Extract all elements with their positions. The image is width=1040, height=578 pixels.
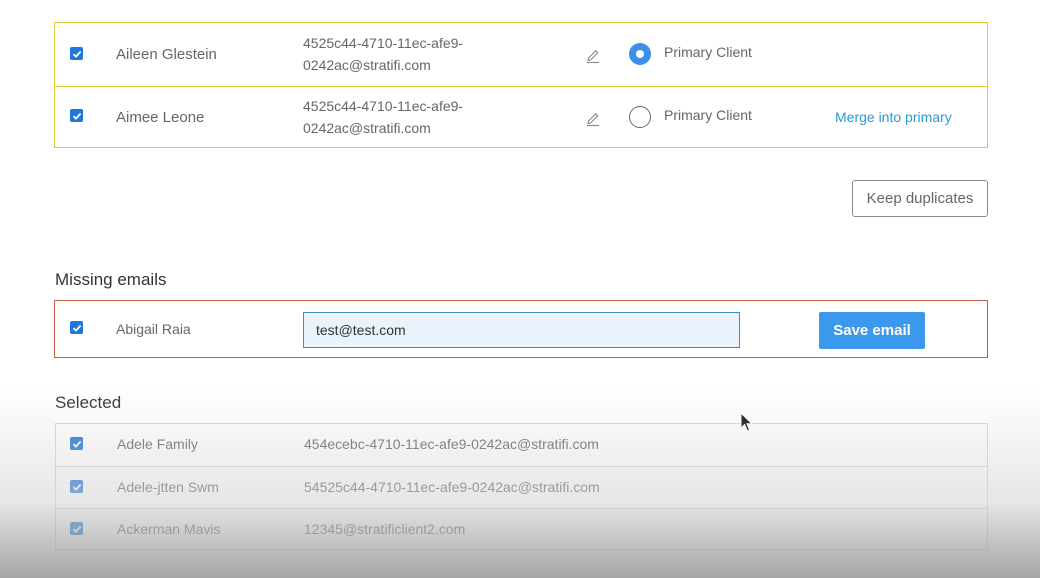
client-email: 4525c44-4710-11ec-afe9- 0242ac@stratifi.… <box>303 32 463 76</box>
merge-into-primary-link[interactable]: Merge into primary <box>835 109 952 125</box>
missing-email-row: Abigail Raia Save email <box>54 300 988 358</box>
client-email: 54525c44-4710-11ec-afe9-0242ac@stratifi.… <box>304 479 600 495</box>
client-email-line2: 0242ac@stratifi.com <box>303 57 431 73</box>
table-row: Adele Family 454ecebc-4710-11ec-afe9-024… <box>56 424 987 466</box>
mouse-cursor-icon <box>740 412 754 432</box>
primary-client-label: Primary Client <box>664 107 752 123</box>
selected-title: Selected <box>55 393 122 412</box>
duplicate-row: Aileen Glestein 4525c44-4710-11ec-afe9- … <box>55 23 987 86</box>
check-icon <box>72 324 81 332</box>
edit-pencil-icon[interactable] <box>585 48 601 64</box>
client-name: Abigail Raia <box>116 321 191 337</box>
save-email-button[interactable]: Save email <box>819 312 925 349</box>
row-checkbox[interactable] <box>70 437 83 450</box>
missing-emails-title: Missing emails <box>55 270 167 289</box>
row-checkbox[interactable] <box>70 522 83 535</box>
check-icon <box>72 483 81 491</box>
check-icon <box>72 50 81 58</box>
client-name: Adele-jtten Swm <box>117 479 219 495</box>
table-row: Ackerman Mavis 12345@stratificlient2.com <box>56 508 987 551</box>
check-icon <box>72 440 81 448</box>
primary-client-radio[interactable] <box>629 106 651 128</box>
check-icon <box>72 112 81 120</box>
client-name: Aimee Leone <box>116 109 205 126</box>
selected-table: Adele Family 454ecebc-4710-11ec-afe9-024… <box>55 423 988 550</box>
row-checkbox[interactable] <box>70 480 83 493</box>
row-checkbox[interactable] <box>70 109 83 122</box>
client-email: 454ecebc-4710-11ec-afe9-0242ac@stratifi.… <box>304 436 599 452</box>
keep-duplicates-button[interactable]: Keep duplicates <box>852 180 988 217</box>
duplicate-group: Aileen Glestein 4525c44-4710-11ec-afe9- … <box>54 22 988 148</box>
client-email-line1: 4525c44-4710-11ec-afe9- <box>303 35 464 51</box>
client-name: Ackerman Mavis <box>117 521 221 537</box>
edit-pencil-icon[interactable] <box>585 111 601 127</box>
client-email: 12345@stratificlient2.com <box>304 521 466 537</box>
client-email: 4525c44-4710-11ec-afe9- 0242ac@stratifi.… <box>303 95 463 139</box>
client-name: Adele Family <box>117 436 198 452</box>
table-row: Adele-jtten Swm 54525c44-4710-11ec-afe9-… <box>56 466 987 509</box>
client-email-line2: 0242ac@stratifi.com <box>303 120 431 136</box>
email-input[interactable] <box>303 312 740 348</box>
row-checkbox[interactable] <box>70 321 83 334</box>
client-email-line1: 4525c44-4710-11ec-afe9- <box>303 98 464 114</box>
duplicate-row: Aimee Leone 4525c44-4710-11ec-afe9- 0242… <box>55 86 987 150</box>
primary-client-label: Primary Client <box>664 44 752 60</box>
primary-client-radio[interactable] <box>629 43 651 65</box>
client-name: Aileen Glestein <box>116 46 217 63</box>
check-icon <box>72 525 81 533</box>
row-checkbox[interactable] <box>70 47 83 60</box>
